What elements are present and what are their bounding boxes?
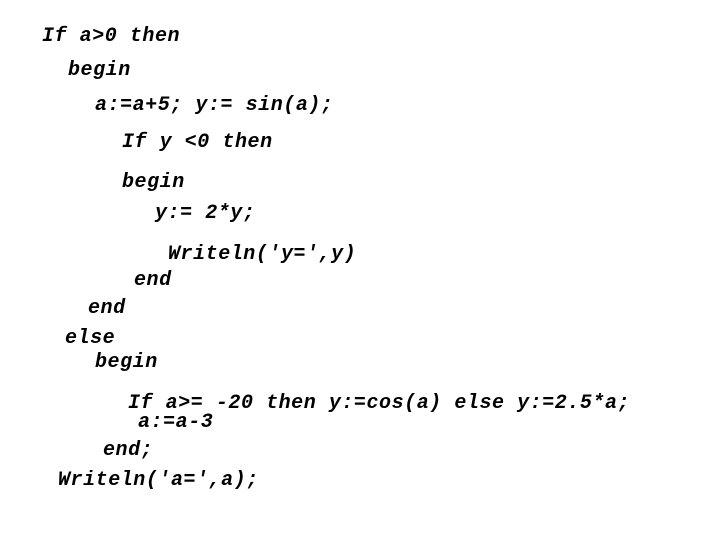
code-line: begin — [68, 59, 131, 82]
code-line: If y <0 then — [122, 131, 273, 154]
code-line: Writeln(′y=′,y) — [168, 243, 357, 266]
code-line: else — [65, 327, 116, 350]
code-line: begin — [95, 351, 158, 374]
code-line: a:=a+5; y:= sin(a); — [95, 94, 334, 117]
code-line: y:= 2*y; — [155, 202, 256, 225]
code-line: begin — [122, 171, 185, 194]
code-slide: If a>0 then begin a:=a+5; y:= sin(a); If y … — [0, 0, 720, 540]
code-line: end; — [103, 439, 154, 462]
code-line: If a>0 then — [42, 25, 181, 48]
code-line: a:=a-3 — [138, 411, 214, 434]
code-line: Writeln(′a=′,a); — [58, 469, 259, 492]
code-line: end — [88, 297, 126, 320]
code-line: end — [134, 269, 172, 292]
